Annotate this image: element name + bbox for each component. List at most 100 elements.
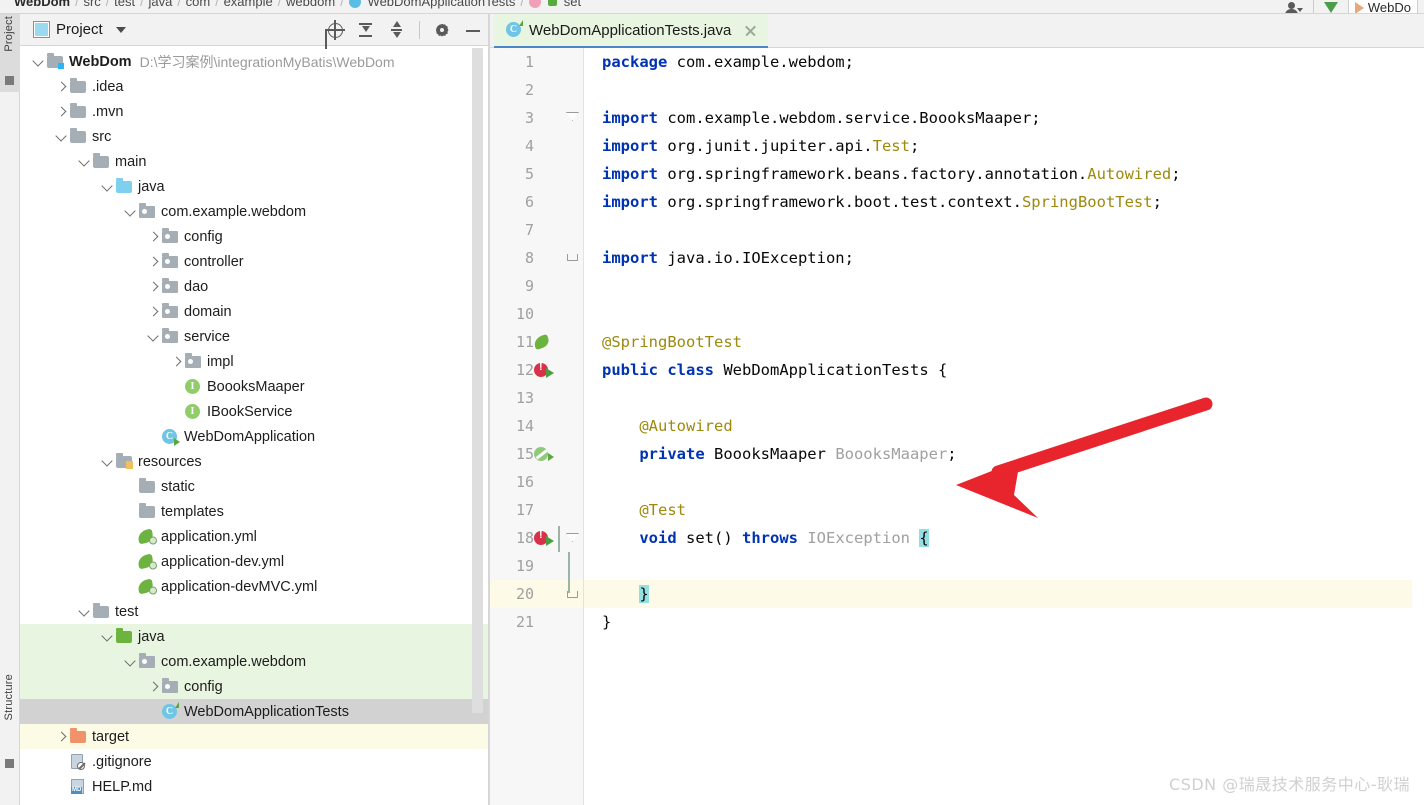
- tree-node-application-devmvc-yml[interactable]: application-devMVC.yml: [20, 574, 488, 599]
- breadcrumb-item-test[interactable]: test: [114, 0, 135, 9]
- gutter-line-3[interactable]: 3: [490, 104, 562, 132]
- chevron-right-icon[interactable]: [145, 229, 161, 245]
- fold-line-21[interactable]: [562, 608, 583, 636]
- chevron-down-icon[interactable]: [122, 204, 138, 220]
- fold-line-2[interactable]: [562, 76, 583, 104]
- tree-node-static[interactable]: static: [20, 474, 488, 499]
- breadcrumb-item-java[interactable]: java: [148, 0, 172, 9]
- breadcrumb-item-method[interactable]: set: [564, 0, 581, 9]
- tree-node-src[interactable]: src: [20, 124, 488, 149]
- code-line-9[interactable]: [584, 272, 1424, 300]
- fold-line-13[interactable]: [562, 384, 583, 412]
- code-line-8[interactable]: import java.io.IOException;: [584, 244, 1424, 272]
- run-test-gutter-icon[interactable]: [534, 529, 554, 547]
- gutter-line-7[interactable]: 7: [490, 216, 562, 244]
- chevron-right-icon[interactable]: [145, 279, 161, 295]
- gutter-line-19[interactable]: 19: [490, 552, 562, 580]
- fold-line-16[interactable]: [562, 468, 583, 496]
- gutter-line-1[interactable]: 1: [490, 48, 562, 76]
- code-editor[interactable]: 123456789101112131415161718192021 packag…: [490, 48, 1424, 805]
- project-tree[interactable]: WebDom D:\学习案例\integrationMyBatis\WebDom.…: [20, 46, 488, 805]
- tree-node-templates[interactable]: templates: [20, 499, 488, 524]
- project-panel-title-group[interactable]: Project: [26, 21, 126, 38]
- tree-node-webdomapplication[interactable]: C WebDomApplication: [20, 424, 488, 449]
- fold-line-12[interactable]: [562, 356, 583, 384]
- tree-node--mvn[interactable]: .mvn: [20, 99, 488, 124]
- chevron-right-icon[interactable]: [168, 354, 184, 370]
- locate-icon[interactable]: [325, 20, 345, 40]
- gutter-line-18[interactable]: 18: [490, 524, 562, 552]
- code-line-20[interactable]: }: [584, 580, 1424, 608]
- chevron-down-icon[interactable]: [76, 154, 92, 170]
- code-line-11[interactable]: @SpringBootTest: [584, 328, 1424, 356]
- tree-node-config[interactable]: config: [20, 674, 488, 699]
- autowired-dependency-gutter-icon[interactable]: [534, 445, 554, 463]
- chevron-down-icon[interactable]: [99, 629, 115, 645]
- fold-region-start-icon[interactable]: [566, 112, 579, 121]
- editor-code-column[interactable]: package com.example.webdom; import com.ex…: [584, 48, 1424, 805]
- tree-node-impl[interactable]: impl: [20, 349, 488, 374]
- fold-line-5[interactable]: [562, 160, 583, 188]
- fold-line-14[interactable]: [562, 412, 583, 440]
- breadcrumb-root[interactable]: WebDom: [14, 0, 70, 9]
- gutter-line-13[interactable]: 13: [490, 384, 562, 412]
- tree-node--gitignore[interactable]: .gitignore: [20, 749, 488, 774]
- gutter-line-15[interactable]: 15: [490, 440, 562, 468]
- tree-node-java[interactable]: java: [20, 174, 488, 199]
- breadcrumb-item-com[interactable]: com: [186, 0, 211, 9]
- download-arrow-icon[interactable]: [1323, 2, 1338, 13]
- breadcrumb-item-webdom[interactable]: webdom: [286, 0, 335, 9]
- settings-gear-icon[interactable]: [433, 21, 451, 39]
- fold-line-19[interactable]: [562, 552, 583, 580]
- code-line-13[interactable]: [584, 384, 1424, 412]
- tree-node-controller[interactable]: controller: [20, 249, 488, 274]
- collapse-all-icon[interactable]: [388, 21, 406, 39]
- code-line-1[interactable]: package com.example.webdom;: [584, 48, 1424, 76]
- chevron-down-icon[interactable]: [99, 179, 115, 195]
- gutter-line-5[interactable]: 5: [490, 160, 562, 188]
- tree-node-dao[interactable]: dao: [20, 274, 488, 299]
- fold-line-4[interactable]: [562, 132, 583, 160]
- chevron-down-icon[interactable]: [122, 654, 138, 670]
- fold-line-1[interactable]: [562, 48, 583, 76]
- tree-node-main[interactable]: main: [20, 149, 488, 174]
- gutter-line-20[interactable]: 20: [490, 580, 562, 608]
- code-line-14[interactable]: @Autowired: [584, 412, 1424, 440]
- fold-line-9[interactable]: [562, 272, 583, 300]
- tree-node-ibookservice[interactable]: I IBookService: [20, 399, 488, 424]
- code-line-21[interactable]: }: [584, 608, 1424, 636]
- tree-node-target[interactable]: target: [20, 724, 488, 749]
- tree-node-webdom[interactable]: WebDom D:\学习案例\integrationMyBatis\WebDom: [20, 49, 488, 74]
- gutter-line-11[interactable]: 11: [490, 328, 562, 356]
- close-icon[interactable]: [744, 24, 757, 37]
- project-tree-scrollbar[interactable]: [472, 48, 483, 713]
- tool-window-button-project[interactable]: Project: [3, 16, 17, 52]
- code-line-16[interactable]: [584, 468, 1424, 496]
- tree-node-com-example-webdom[interactable]: com.example.webdom: [20, 199, 488, 224]
- run-test-gutter-icon[interactable]: [534, 361, 554, 379]
- code-line-18[interactable]: void set() throws IOException {: [584, 524, 1424, 552]
- chevron-right-icon[interactable]: [53, 729, 69, 745]
- code-line-15[interactable]: private BoooksMaaper BoooksMaaper;: [584, 440, 1424, 468]
- fold-line-15[interactable]: [562, 440, 583, 468]
- spring-bean-gutter-icon[interactable]: [532, 333, 552, 351]
- person-icon[interactable]: [1284, 0, 1299, 13]
- code-line-6[interactable]: import org.springframework.boot.test.con…: [584, 188, 1424, 216]
- breadcrumb-item-example[interactable]: example: [224, 0, 273, 9]
- code-line-7[interactable]: [584, 216, 1424, 244]
- gutter-line-6[interactable]: 6: [490, 188, 562, 216]
- gutter-line-8[interactable]: 8: [490, 244, 562, 272]
- fold-line-10[interactable]: [562, 300, 583, 328]
- tree-node--idea[interactable]: .idea: [20, 74, 488, 99]
- tree-node-java[interactable]: java: [20, 624, 488, 649]
- tree-node-service[interactable]: service: [20, 324, 488, 349]
- tree-node-test[interactable]: test: [20, 599, 488, 624]
- gutter-line-4[interactable]: 4: [490, 132, 562, 160]
- chevron-down-icon[interactable]: [99, 454, 115, 470]
- chevron-down-icon[interactable]: [145, 329, 161, 345]
- code-line-19[interactable]: [584, 552, 1424, 580]
- tree-node-config[interactable]: config: [20, 224, 488, 249]
- fold-line-17[interactable]: [562, 496, 583, 524]
- tree-node-domain[interactable]: domain: [20, 299, 488, 324]
- gutter-line-2[interactable]: 2: [490, 76, 562, 104]
